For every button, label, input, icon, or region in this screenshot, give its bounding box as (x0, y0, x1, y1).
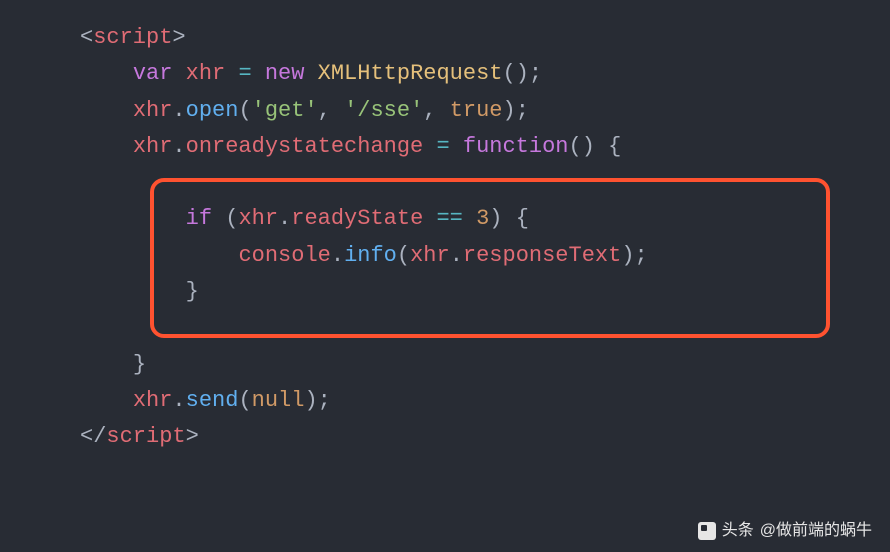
tag-name-open: script (93, 25, 172, 50)
lbrace: { (608, 134, 621, 159)
tag-open-bracket: </ (80, 424, 106, 449)
rparen: ) (489, 206, 502, 231)
rbrace: } (133, 352, 146, 377)
code-line-2: var xhr = new XMLHttpRequest(); (80, 56, 890, 92)
string-sse: '/sse' (344, 98, 423, 123)
paren-pair: () (503, 61, 529, 86)
op-eq: == (436, 206, 462, 231)
code-line-11: xhr.send(null); (80, 383, 890, 419)
code-line-4: xhr.onreadystatechange = function() { (80, 129, 890, 165)
dot: . (172, 98, 185, 123)
method-send: send (186, 388, 239, 413)
dot: . (172, 134, 185, 159)
code-line-8: } (80, 274, 890, 310)
code-line-9 (80, 310, 890, 346)
comma: , (318, 98, 331, 123)
var-xhr: xhr (133, 388, 173, 413)
semicolon: ; (318, 388, 331, 413)
code-line-1: <script> (80, 20, 890, 56)
lparen: ( (397, 243, 410, 268)
toutiao-icon (698, 522, 716, 540)
code-line-3: xhr.open('get', '/sse', true); (80, 93, 890, 129)
method-info: info (344, 243, 397, 268)
boolean-true: true (450, 98, 503, 123)
var-console: console (238, 243, 330, 268)
lparen: ( (238, 98, 251, 123)
rbrace: } (186, 279, 199, 304)
string-get: 'get' (252, 98, 318, 123)
lparen: ( (225, 206, 238, 231)
paren-pair: () (569, 134, 595, 159)
lbrace: { (516, 206, 529, 231)
keyword-if: if (186, 206, 212, 231)
code-block: <script> var xhr = new XMLHttpRequest();… (40, 20, 890, 456)
method-open: open (186, 98, 239, 123)
dot: . (278, 206, 291, 231)
dot: . (172, 388, 185, 413)
watermark-handle: @做前端的蜗牛 (760, 518, 872, 544)
dot: . (450, 243, 463, 268)
tag-name-close: script (106, 424, 185, 449)
op-assign: = (238, 61, 251, 86)
code-line-10: } (80, 347, 890, 383)
tag-close-bracket: > (172, 25, 185, 50)
var-xhr: xhr (238, 206, 278, 231)
dot: . (331, 243, 344, 268)
keyword-null: null (252, 388, 305, 413)
code-line-7: console.info(xhr.responseText); (80, 238, 890, 274)
var-xhr: xhr (133, 98, 173, 123)
watermark-label: 头条 (722, 518, 754, 544)
op-assign: = (436, 134, 449, 159)
lparen: ( (238, 388, 251, 413)
rparen: ) (304, 388, 317, 413)
code-line-12: </script> (80, 419, 890, 455)
semicolon: ; (635, 243, 648, 268)
keyword-function: function (463, 134, 569, 159)
var-xhr: xhr (186, 61, 226, 86)
prop-readystate: readyState (291, 206, 423, 231)
class-xmlhttprequest: XMLHttpRequest (318, 61, 503, 86)
var-xhr: xhr (410, 243, 450, 268)
rparen: ) (621, 243, 634, 268)
rparen: ) (503, 98, 516, 123)
var-xhr: xhr (133, 134, 173, 159)
watermark: 头条 @做前端的蜗牛 (698, 518, 872, 544)
semicolon: ; (529, 61, 542, 86)
keyword-new: new (265, 61, 305, 86)
tag-open-bracket: < (80, 25, 93, 50)
prop-responsetext: responseText (463, 243, 621, 268)
comma: , (423, 98, 436, 123)
code-line-6: if (xhr.readyState == 3) { (80, 201, 890, 237)
keyword-var: var (133, 61, 173, 86)
semicolon: ; (516, 98, 529, 123)
number-3: 3 (476, 206, 489, 231)
code-line-5 (80, 165, 890, 201)
prop-onreadystatechange: onreadystatechange (186, 134, 424, 159)
tag-close-bracket: > (186, 424, 199, 449)
